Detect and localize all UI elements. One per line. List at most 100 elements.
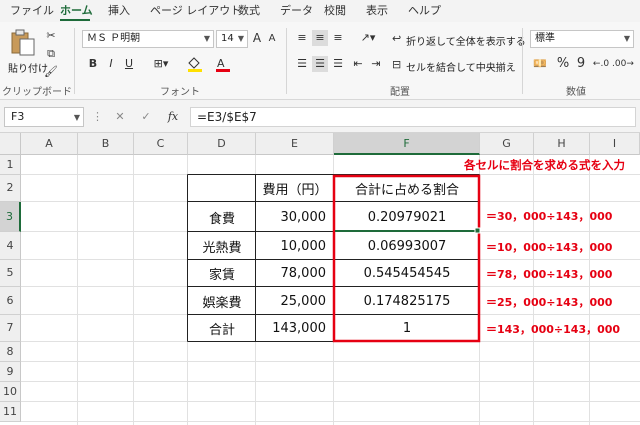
cell-ratio[interactable]: 1	[334, 315, 480, 342]
cell-label[interactable]: 光熱費	[188, 232, 256, 260]
cell-cost[interactable]: 30,000	[256, 202, 334, 232]
row-header-7[interactable]: 7	[0, 315, 21, 342]
select-all-corner[interactable]	[0, 133, 21, 155]
column-header-f[interactable]: F	[334, 133, 480, 155]
formula-input[interactable]: =E3/$E$7	[190, 107, 636, 127]
cell-cost[interactable]: 78,000	[256, 260, 334, 287]
paste-button[interactable]: 貼り付け	[8, 28, 48, 80]
paste-label: 貼り付け	[8, 64, 48, 75]
cut-icon[interactable]: ✂	[44, 28, 58, 44]
cell-cost[interactable]: 25,000	[256, 287, 334, 315]
enter-icon[interactable]: ✓	[138, 109, 154, 125]
row-header-3[interactable]: 3	[0, 202, 21, 232]
header-ratio[interactable]: 合計に占める割合	[334, 175, 480, 202]
number-format-value: 標準	[535, 33, 555, 44]
menu-review[interactable]: 校閲	[324, 0, 346, 22]
align-center-icon[interactable]: ☰	[312, 56, 328, 72]
menu-insert[interactable]: 挿入	[108, 0, 130, 22]
decrease-decimal-icon[interactable]: .00→	[612, 56, 634, 72]
annotation-formula: ＝25，000÷143，000	[486, 296, 613, 309]
svg-text:A: A	[217, 57, 225, 70]
orientation-icon[interactable]: ↗▾	[356, 30, 380, 46]
increase-indent-icon[interactable]: ⇥	[368, 56, 384, 72]
font-color-button[interactable]: A	[214, 56, 236, 72]
chevron-down-icon: ▼	[203, 34, 210, 43]
align-middle-icon[interactable]: ≡	[312, 30, 328, 46]
column-header-d[interactable]: D	[188, 133, 256, 155]
cell-ratio[interactable]: 0.174825175	[334, 287, 480, 315]
borders-icon[interactable]: ⊞▾	[150, 56, 172, 72]
insert-function-button[interactable]: fx	[164, 109, 182, 125]
group-separator	[74, 28, 75, 94]
menu-view[interactable]: 表示	[366, 0, 388, 22]
grow-font-button[interactable]: A	[250, 30, 264, 46]
row-header-2[interactable]: 2	[0, 175, 21, 202]
number-group-label: 数値	[566, 87, 586, 98]
cell-label[interactable]: 合計	[188, 315, 256, 342]
cell-ratio[interactable]: 0.545454545	[334, 260, 480, 287]
cell-ratio[interactable]: 0.06993007	[334, 232, 480, 260]
cell-cost[interactable]: 143,000	[256, 315, 334, 342]
cancel-icon[interactable]: ✕	[112, 109, 128, 125]
decrease-indent-icon[interactable]: ⇤	[350, 56, 366, 72]
column-header-b[interactable]: B	[78, 133, 134, 155]
font-size-dropdown[interactable]: 14 ▼	[216, 30, 248, 48]
annotation-formula: ＝143，000÷143，000	[486, 323, 621, 336]
row-header-1[interactable]: 1	[0, 155, 21, 175]
percent-style-button[interactable]: %	[556, 56, 570, 72]
formula-value: =E3/$E$7	[197, 110, 257, 124]
cell-label[interactable]: 家賃	[188, 260, 256, 287]
menu-file[interactable]: ファイル	[10, 0, 54, 22]
cell-label[interactable]: 娯楽費	[188, 287, 256, 315]
format-painter-icon[interactable]: 🖌	[44, 64, 58, 80]
menu-page-layout[interactable]: ページ レイアウト	[150, 0, 241, 22]
row-header-8[interactable]: 8	[0, 342, 21, 362]
menu-bar: ファイル ホーム 挿入 ページ レイアウト 数式 データ 校閲 表示 ヘルプ	[0, 0, 640, 22]
active-tab-indicator	[60, 19, 90, 21]
header-cost[interactable]: 費用（円）	[256, 175, 334, 202]
annotation-formula: ＝10，000÷143，000	[486, 241, 613, 254]
chevron-down-icon: ▼	[623, 34, 630, 43]
annotation-formula: ＝30，000÷143，000	[486, 210, 613, 223]
menu-data[interactable]: データ	[280, 0, 313, 22]
font-name-dropdown[interactable]: ＭＳ Ｐ明朝 ▼	[82, 30, 214, 48]
accounting-format-icon[interactable]: 💴	[530, 56, 550, 72]
row-header-6[interactable]: 6	[0, 287, 21, 315]
wrap-text-button[interactable]: ↩ 折り返して全体を表示する	[392, 31, 526, 48]
column-header-e[interactable]: E	[256, 133, 334, 155]
align-right-icon[interactable]: ☰	[330, 56, 346, 72]
cell-cost[interactable]: 10,000	[256, 232, 334, 260]
cell-ratio-active[interactable]: 0.20979021	[334, 202, 480, 232]
italic-button[interactable]: I	[104, 56, 118, 72]
column-header-c[interactable]: C	[134, 133, 188, 155]
number-format-dropdown[interactable]: 標準 ▼	[530, 30, 634, 48]
column-header-h[interactable]: H	[534, 133, 590, 155]
menu-help[interactable]: ヘルプ	[408, 0, 441, 22]
font-color-icon: A	[216, 57, 230, 72]
copy-icon[interactable]: ⧉	[44, 46, 58, 62]
align-left-icon[interactable]: ☰	[294, 56, 310, 72]
increase-decimal-icon[interactable]: ←.0	[592, 56, 610, 72]
menu-formulas[interactable]: 数式	[238, 0, 260, 22]
align-bottom-icon[interactable]: ≡	[330, 30, 346, 46]
merge-center-button[interactable]: ⊟ セルを結合して中央揃え	[392, 57, 522, 74]
bold-button[interactable]: B	[86, 56, 100, 72]
fill-color-button[interactable]	[186, 56, 208, 72]
more-options-icon[interactable]: ⋮	[92, 109, 103, 125]
align-top-icon[interactable]: ≡	[294, 30, 310, 46]
comma-style-button[interactable]: 9	[574, 56, 588, 72]
row-header-9[interactable]: 9	[0, 362, 21, 382]
row-header-5[interactable]: 5	[0, 260, 21, 287]
row-header-4[interactable]: 4	[0, 232, 21, 260]
column-header-a[interactable]: A	[21, 133, 78, 155]
cell-label[interactable]: 食費	[188, 202, 256, 232]
underline-button[interactable]: U	[122, 56, 136, 72]
row-header-10[interactable]: 10	[0, 382, 21, 402]
column-header-i[interactable]: I	[590, 133, 640, 155]
row-header-11[interactable]: 11	[0, 402, 21, 422]
name-box[interactable]: F3 ▼	[4, 107, 84, 127]
column-header-g[interactable]: G	[480, 133, 534, 155]
shrink-font-button[interactable]: A	[266, 31, 278, 47]
font-name-value: ＭＳ Ｐ明朝	[87, 33, 141, 44]
clipboard-icon	[11, 29, 35, 56]
